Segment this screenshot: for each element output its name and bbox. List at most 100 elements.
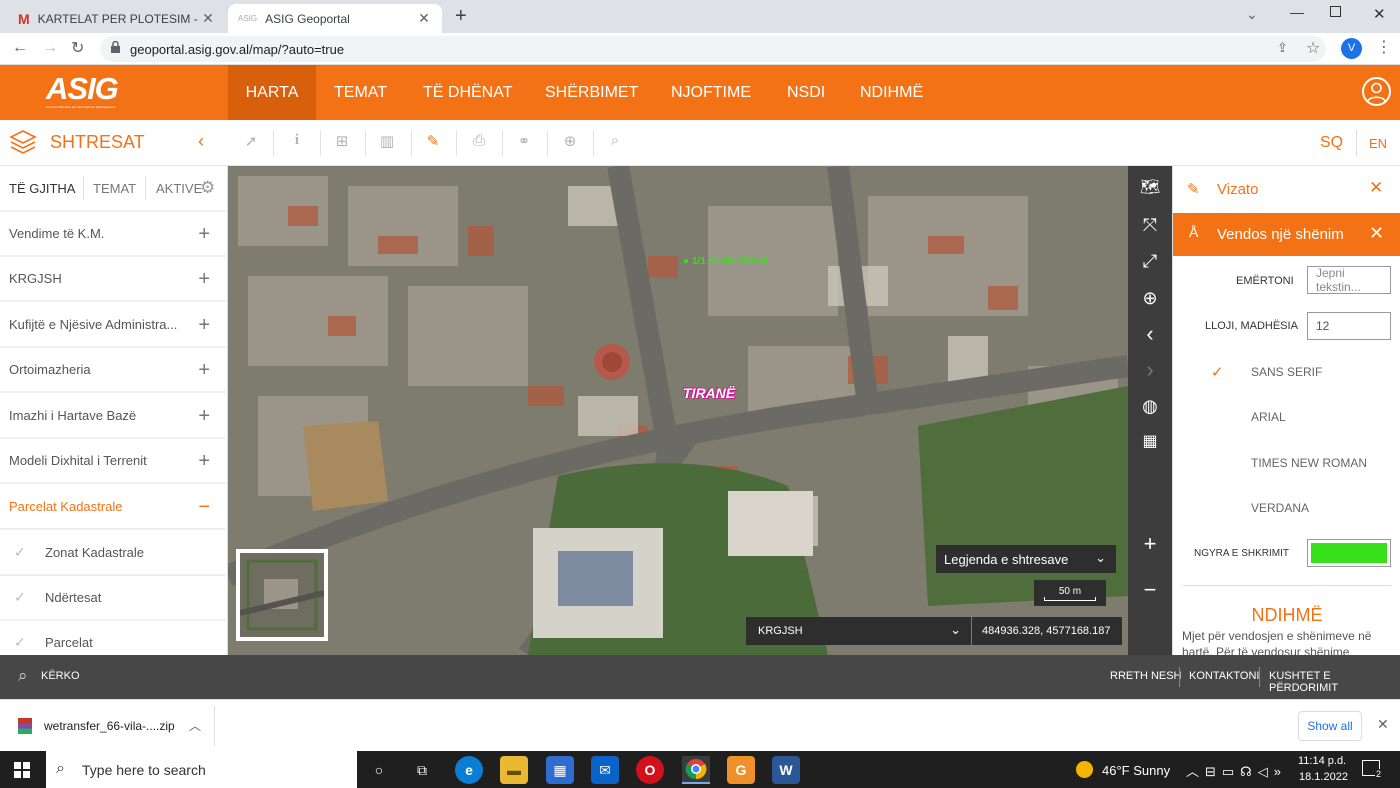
sublayer-zonat[interactable]: ✓ Zonat Kadastrale bbox=[0, 531, 226, 576]
browser-tab-geoportal[interactable]: ASIG ASIG Geoportal ✕ bbox=[228, 4, 442, 33]
store-icon[interactable]: ▦ bbox=[546, 756, 574, 784]
select-pointer-icon[interactable]: ➚ bbox=[240, 132, 262, 154]
collapse-panel-icon[interactable]: ‹ bbox=[198, 131, 204, 152]
nav-temat[interactable]: TEMAT bbox=[316, 65, 405, 120]
search-icon[interactable]: ⌕ bbox=[604, 132, 626, 154]
expand-icon[interactable]: + bbox=[198, 359, 210, 382]
tab-search-icon[interactable]: ⌄ bbox=[1246, 6, 1258, 23]
legend-dropdown[interactable]: Legjenda e shtresave ⌄ bbox=[936, 545, 1116, 573]
expand-icon[interactable]: + bbox=[198, 268, 210, 291]
tab-themes[interactable]: TEMAT bbox=[93, 166, 136, 210]
contact-link[interactable]: KONTAKTONI bbox=[1189, 670, 1260, 682]
clock-date[interactable]: 18.1.2022 bbox=[1299, 771, 1348, 783]
draw-edit-icon[interactable]: ✎ bbox=[422, 132, 444, 154]
app-icon-g[interactable]: G bbox=[727, 756, 755, 784]
check-icon[interactable]: ✓ bbox=[14, 544, 26, 561]
menu-kebab-icon[interactable]: ⋮ bbox=[1376, 37, 1392, 57]
task-view-icon[interactable]: ⧉ bbox=[408, 756, 436, 784]
about-link[interactable]: RRETH NESH bbox=[1110, 670, 1182, 682]
close-tab-icon[interactable]: ✕ bbox=[200, 10, 216, 27]
layer-imazhi[interactable]: Imazhi i Hartave Bazë + bbox=[0, 394, 226, 439]
nav-harta[interactable]: HARTA bbox=[228, 65, 316, 120]
link-icon[interactable]: ⚭ bbox=[513, 132, 535, 154]
nav-te-dhenat[interactable]: TË DHËNAT bbox=[405, 65, 530, 120]
url-field[interactable]: geoportal.asig.gov.al/map/?auto=true bbox=[100, 36, 1326, 62]
terms-link[interactable]: KUSHTET E PËRDORIMIT bbox=[1269, 670, 1400, 694]
layer-krgjsh[interactable]: KRGJSH + bbox=[0, 257, 226, 302]
share-icon[interactable]: ⇪ bbox=[1277, 40, 1288, 56]
asig-logo[interactable]: ASIG Autoriteti Shtetëror për Informacio… bbox=[46, 73, 141, 113]
tab-all[interactable]: TË GJITHA bbox=[9, 166, 75, 210]
font-sans-serif[interactable]: SANS SERIF bbox=[1251, 365, 1322, 379]
sublayer-ndertesat[interactable]: ✓ Ndërtesat bbox=[0, 576, 226, 621]
layer-modeli[interactable]: Modeli Dixhital i Terrenit + bbox=[0, 439, 226, 484]
search-link[interactable]: KËRKO bbox=[41, 670, 80, 682]
bookmark-star-icon[interactable]: ☆ bbox=[1306, 38, 1320, 58]
nav-sherbimet[interactable]: SHËRBIMET bbox=[527, 65, 656, 120]
browser-tab-gmail[interactable]: M KARTELAT PER PLOTESIM - vvorfë ✕ bbox=[8, 4, 226, 33]
chart-profile-icon[interactable]: ▥ bbox=[376, 132, 398, 154]
close-downloads-icon[interactable]: ✕ bbox=[1377, 716, 1389, 733]
basemap-icon[interactable]: 🗺 bbox=[1138, 176, 1162, 200]
font-arial[interactable]: ARIAL bbox=[1251, 410, 1286, 424]
expand-icon[interactable]: + bbox=[198, 223, 210, 246]
expand-icon[interactable]: + bbox=[198, 314, 210, 337]
nav-ndihme[interactable]: NDIHMË bbox=[842, 65, 941, 120]
layer-kufijte[interactable]: Kufijtë e Njësive Administra... + bbox=[0, 303, 226, 348]
close-draw-icon[interactable]: ✕ bbox=[1369, 178, 1383, 198]
sublayer-parcelat[interactable]: ✓ Parcelat bbox=[0, 621, 226, 655]
word-icon[interactable]: W bbox=[772, 756, 800, 784]
layer-vendime[interactable]: Vendime të K.M. + bbox=[0, 212, 226, 257]
size-input[interactable]: 12 bbox=[1307, 312, 1391, 340]
weather-text[interactable]: 46°F Sunny bbox=[1102, 763, 1170, 778]
close-annotation-icon[interactable]: ✕ bbox=[1369, 223, 1384, 244]
name-input[interactable]: Jepni tekstin... bbox=[1307, 266, 1391, 294]
font-times[interactable]: TIMES NEW ROMAN bbox=[1251, 456, 1367, 470]
map-canvas[interactable]: ● 1/1 ATSH 1/1/7/8 TIRANË Legjenda e sht… bbox=[228, 166, 1128, 655]
file-explorer-icon[interactable]: ▬ bbox=[500, 756, 528, 784]
cortana-icon[interactable]: ○ bbox=[365, 756, 393, 784]
edge-icon[interactable]: e bbox=[455, 756, 483, 784]
taskbar-search[interactable]: ⌕ Type here to search bbox=[46, 751, 357, 788]
text-color-picker[interactable] bbox=[1307, 539, 1391, 567]
show-all-button[interactable]: Show all bbox=[1298, 711, 1362, 741]
check-icon[interactable]: ✓ bbox=[14, 634, 26, 651]
download-file-name[interactable]: wetransfer_66-vila-....zip bbox=[44, 719, 175, 733]
globe-icon[interactable]: ◍ bbox=[1138, 394, 1162, 418]
next-view-icon[interactable]: › bbox=[1138, 358, 1162, 382]
previous-view-icon[interactable]: ‹ bbox=[1138, 322, 1162, 346]
close-window-button[interactable]: ✕ bbox=[1373, 5, 1386, 23]
forward-button[interactable]: → bbox=[42, 39, 58, 57]
layer-parcelat-kadastrale[interactable]: Parcelat Kadastrale − bbox=[0, 485, 226, 530]
font-verdana[interactable]: VERDANA bbox=[1251, 501, 1309, 515]
crs-select[interactable]: KRGJSH ⌄ bbox=[746, 617, 971, 645]
opera-icon[interactable]: O bbox=[636, 756, 664, 784]
user-icon[interactable] bbox=[1362, 77, 1391, 106]
search-icon[interactable]: ⌕ bbox=[18, 666, 28, 686]
collapse-icon[interactable]: − bbox=[198, 496, 210, 519]
tab-active[interactable]: AKTIVE bbox=[156, 166, 202, 210]
avatar[interactable]: V bbox=[1341, 38, 1362, 59]
chevron-up-icon[interactable]: ︿ bbox=[189, 717, 201, 734]
chrome-icon[interactable] bbox=[682, 756, 710, 784]
reload-button[interactable]: ↻ bbox=[71, 38, 84, 58]
windows-start-icon[interactable] bbox=[14, 762, 30, 778]
print-icon[interactable]: ⎙ bbox=[468, 132, 490, 154]
expand-icon[interactable]: + bbox=[198, 450, 210, 473]
settings-gear-icon[interactable]: ⚙ bbox=[200, 178, 215, 198]
info-icon[interactable]: i bbox=[286, 132, 308, 154]
clock-time[interactable]: 11:14 p.d. bbox=[1298, 755, 1346, 767]
layer-ortoimazheria[interactable]: Ortoimazheria + bbox=[0, 348, 226, 393]
fullscreen-icon[interactable]: ⤧ bbox=[1138, 213, 1162, 237]
minimize-button[interactable]: — bbox=[1290, 4, 1304, 20]
measure-area-icon[interactable]: ⊞ bbox=[331, 132, 353, 154]
new-tab-button[interactable]: + bbox=[455, 5, 467, 28]
add-layer-icon[interactable]: ⊕ bbox=[559, 132, 581, 154]
grid-icon[interactable]: ▦ bbox=[1138, 430, 1162, 454]
nav-njoftime[interactable]: NJOFTIME bbox=[653, 65, 769, 120]
system-tray-icons[interactable]: ︿⊟▭☊◁» bbox=[1186, 761, 1287, 780]
close-tab-icon[interactable]: ✕ bbox=[416, 10, 432, 27]
lang-en[interactable]: EN bbox=[1369, 136, 1387, 151]
back-button[interactable]: ← bbox=[12, 39, 28, 57]
zoom-in-button[interactable]: + bbox=[1138, 532, 1162, 556]
